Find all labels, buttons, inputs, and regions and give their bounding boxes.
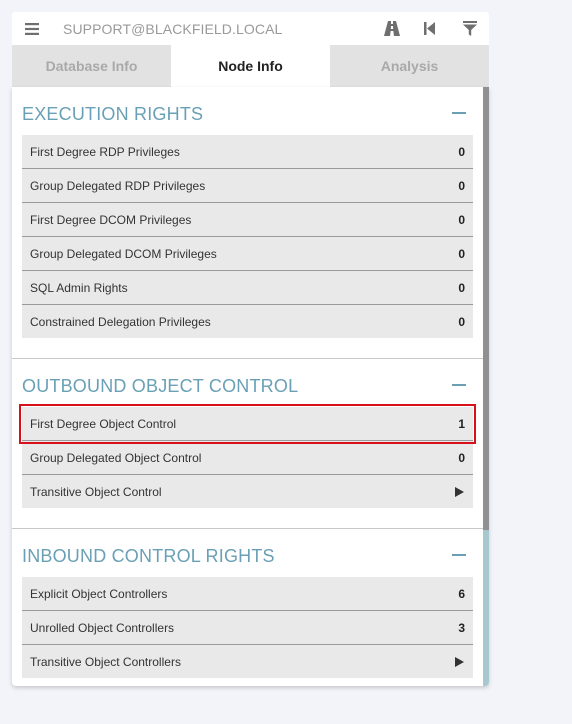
row-value: 0: [458, 314, 465, 329]
node-info-panel: SUPPORT@BLACKFIELD.LOCAL Database Info N…: [12, 12, 489, 686]
row-explicit-object-controllers[interactable]: Explicit Object Controllers 6: [22, 577, 473, 611]
row-label: SQL Admin Rights: [30, 280, 128, 295]
row-group-delegated-object-control[interactable]: Group Delegated Object Control 0: [22, 441, 473, 475]
row-first-degree-object-control[interactable]: First Degree Object Control 1: [19, 404, 476, 444]
row-transitive-object-controllers[interactable]: Transitive Object Controllers: [22, 645, 473, 678]
row-label: Unrolled Object Controllers: [30, 620, 175, 635]
play-icon[interactable]: [455, 656, 464, 667]
row-label: Explicit Object Controllers: [30, 586, 168, 601]
row-label: Group Delegated DCOM Privileges: [30, 246, 217, 261]
collapse-icon[interactable]: [452, 546, 468, 566]
section-rows: First Degree Object Control 1 Group Dele…: [19, 404, 476, 508]
back-button[interactable]: [417, 12, 443, 45]
row-group-delegated-dcom-privileges[interactable]: Group Delegated DCOM Privileges 0: [22, 237, 473, 271]
row-label: Constrained Delegation Privileges: [30, 314, 211, 329]
pathfinding-icon: [384, 21, 400, 36]
row-value: 0: [458, 212, 465, 227]
row-value: 3: [458, 620, 465, 635]
section-rows: Explicit Object Controllers 6 Unrolled O…: [22, 577, 473, 678]
section-title: INBOUND CONTROL RIGHTS: [22, 546, 275, 566]
row-value: 0: [458, 246, 465, 261]
row-group-delegated-rdp-privileges[interactable]: Group Delegated RDP Privileges 0: [22, 169, 473, 203]
collapse-icon[interactable]: [452, 104, 468, 124]
tab-analysis[interactable]: Analysis: [330, 45, 489, 87]
row-transitive-object-control[interactable]: Transitive Object Control: [22, 475, 473, 508]
collapse-icon[interactable]: [452, 376, 468, 396]
tab-database-info[interactable]: Database Info: [12, 45, 171, 87]
search-input[interactable]: SUPPORT@BLACKFIELD.LOCAL: [63, 21, 367, 37]
row-value: 0: [458, 450, 465, 465]
filter-icon: [463, 21, 477, 36]
row-label: First Degree Object Control: [30, 416, 177, 431]
node-info-content: EXECUTION RIGHTS First Degree RDP Privil…: [12, 87, 489, 686]
row-first-degree-rdp-privileges[interactable]: First Degree RDP Privileges 0: [22, 135, 473, 169]
row-label: Group Delegated RDP Privileges: [30, 178, 206, 193]
row-first-degree-dcom-privileges[interactable]: First Degree DCOM Privileges 0: [22, 203, 473, 237]
row-value: 0: [458, 178, 465, 193]
pathfinding-button[interactable]: [379, 12, 405, 45]
section-inbound-control-rights: INBOUND CONTROL RIGHTS Explicit Object C…: [12, 529, 483, 678]
row-value: 1: [458, 416, 465, 431]
section-title: EXECUTION RIGHTS: [22, 104, 204, 124]
row-label: First Degree DCOM Privileges: [30, 212, 192, 227]
back-icon: [424, 22, 435, 35]
section-outbound-object-control: OUTBOUND OBJECT CONTROL First Degree Obj…: [12, 359, 483, 529]
scrollbar-thumb[interactable]: [483, 87, 489, 530]
tab-node-info[interactable]: Node Info: [171, 45, 330, 87]
row-label: Transitive Object Control: [30, 484, 162, 499]
search-bar: SUPPORT@BLACKFIELD.LOCAL: [12, 12, 489, 45]
section-execution-rights: EXECUTION RIGHTS First Degree RDP Privil…: [12, 87, 483, 359]
row-unrolled-object-controllers[interactable]: Unrolled Object Controllers 3: [22, 611, 473, 645]
filter-button[interactable]: [457, 12, 483, 45]
row-value: 0: [458, 144, 465, 159]
row-label: Transitive Object Controllers: [30, 654, 181, 669]
row-value: 6: [458, 586, 465, 601]
section-header: OUTBOUND OBJECT CONTROL: [12, 359, 483, 407]
row-label: Group Delegated Object Control: [30, 450, 202, 465]
row-label: First Degree RDP Privileges: [30, 144, 180, 159]
hamburger-icon: [25, 22, 39, 35]
section-header: EXECUTION RIGHTS: [12, 87, 483, 135]
menu-button[interactable]: [12, 12, 52, 45]
section-title: OUTBOUND OBJECT CONTROL: [22, 376, 299, 396]
row-constrained-delegation-privileges[interactable]: Constrained Delegation Privileges 0: [22, 305, 473, 338]
play-icon[interactable]: [455, 486, 464, 497]
tab-bar: Database Info Node Info Analysis: [12, 45, 489, 87]
row-sql-admin-rights[interactable]: SQL Admin Rights 0: [22, 271, 473, 305]
section-header: INBOUND CONTROL RIGHTS: [12, 529, 483, 577]
row-value: 0: [458, 280, 465, 295]
section-rows: First Degree RDP Privileges 0 Group Dele…: [22, 135, 473, 338]
